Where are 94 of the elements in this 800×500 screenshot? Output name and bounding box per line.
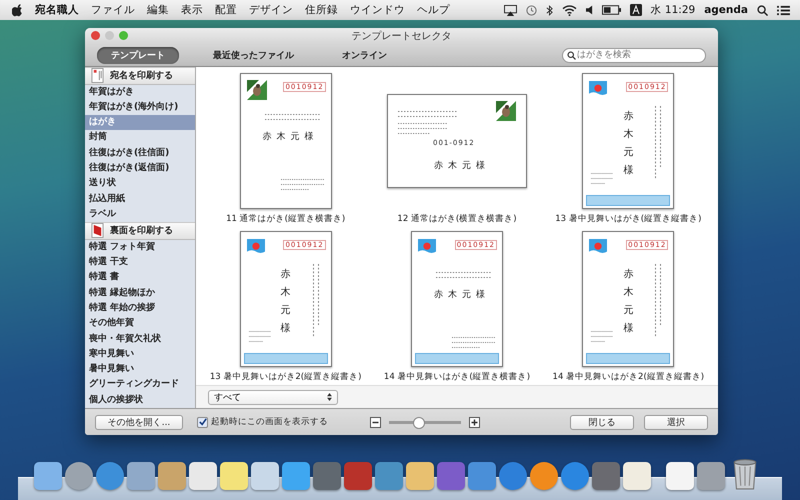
sidebar-item[interactable]: グリーティングカード [85, 377, 195, 393]
sidebar-item[interactable]: 払込用紙 [85, 192, 195, 207]
sun-picture [418, 238, 436, 258]
sidebar-item[interactable]: 封筒 [85, 130, 195, 146]
recipient-name: 赤木元様 [280, 268, 291, 336]
search-icon [567, 50, 576, 60]
recipient-name: 赤木元様 [623, 268, 634, 336]
menu-item[interactable]: ヘルプ [417, 3, 450, 17]
airplay-icon[interactable] [504, 4, 517, 16]
sun-picture [589, 238, 608, 258]
checkbox-label: 起動時にこの画面を表示する [211, 416, 328, 428]
clock-icon[interactable] [526, 4, 537, 16]
menu-item[interactable]: 表示 [181, 3, 203, 17]
app-menu[interactable]: 宛名職人 [35, 3, 79, 17]
minus-icon[interactable] [370, 416, 381, 428]
recipient-name: 赤木元様 [434, 288, 490, 301]
search-field[interactable]: はがきを検索 [562, 48, 706, 62]
template-caption: 12 通常はがき(横置き横書き) [397, 213, 517, 225]
plus-icon[interactable] [469, 416, 480, 428]
sidebar-item[interactable]: 特選 年始の挨拶 [85, 300, 195, 316]
sidebar-item[interactable]: 年賀はがき(海外向け) [85, 100, 195, 116]
sidebar-header-label: 宛名を印刷する [110, 69, 173, 82]
sender-lines-drawing [280, 179, 325, 190]
wifi-icon[interactable] [562, 4, 577, 16]
menu-item[interactable]: 住所録 [305, 3, 338, 17]
sidebar-item[interactable]: 寒中見舞い [85, 346, 195, 362]
sidebar-item[interactable]: 個人の挨拶状 [85, 392, 195, 408]
search-icon[interactable] [757, 4, 768, 16]
window-title: テンプレートセレクタ [352, 30, 452, 43]
template-caption: 13 暑中見舞いはがき(縦置き縦書き) [555, 213, 702, 225]
speaker-icon[interactable] [586, 5, 593, 15]
tab[interactable]: 最近使ったファイル [199, 46, 308, 64]
recipient-name: 赤木元様 [434, 160, 490, 172]
zoom-button[interactable] [119, 31, 128, 40]
menu-item[interactable]: ウインドウ [350, 3, 405, 17]
sidebar-header-label: 裏面を印刷する [110, 224, 173, 238]
list-icon[interactable] [777, 4, 790, 16]
app-icon[interactable] [530, 462, 558, 490]
sidebar-item[interactable]: 年賀はがき [85, 84, 195, 100]
sender-lines-drawing [591, 173, 614, 184]
menu-item[interactable]: 編集 [147, 3, 169, 17]
app-icon[interactable] [96, 462, 124, 490]
app-icon[interactable] [561, 462, 589, 490]
template-caption: 14 暑中見舞いはがき(縦置き横書き) [384, 371, 530, 383]
sun-picture [589, 80, 608, 100]
menu-clock[interactable]: 水 11:29 [650, 3, 696, 17]
updown-icon [327, 393, 332, 401]
sidebar-item[interactable]: 往復はがき(往信面) [85, 146, 195, 162]
sidebar-item[interactable]: 特選 干支 [85, 255, 195, 270]
sidebar-item[interactable]: 特選 書 [85, 270, 195, 286]
battery-icon[interactable] [602, 5, 621, 15]
checkbox[interactable] [197, 416, 208, 428]
recipient-name: 赤木元様 [262, 130, 319, 143]
app-icon[interactable] [65, 462, 93, 490]
dialog-button[interactable]: 選択 [644, 414, 708, 430]
sidebar-item[interactable]: 特選 縁起物ほか [85, 286, 195, 301]
sun-picture [246, 238, 265, 258]
slider-thumb[interactable] [412, 416, 425, 428]
sender-lines-drawing [398, 123, 448, 134]
address-lines-drawing [264, 114, 321, 120]
sender-lines-drawing [452, 337, 496, 348]
address-lines-drawing [398, 111, 458, 117]
sidebar-item[interactable]: ラベル [85, 206, 195, 222]
dialog-button[interactable]: 閉じる [570, 414, 634, 430]
app-icon[interactable] [499, 462, 527, 490]
bluetooth-icon[interactable] [546, 4, 553, 16]
template-caption: 11 通常はがき(縦置き横書き) [226, 213, 346, 225]
sidebar-item[interactable]: 特選 フォト年賀 [85, 240, 195, 256]
sidebar-item[interactable]: 暑中見舞い [85, 362, 195, 378]
sidebar-item[interactable]: 送り状 [85, 176, 195, 192]
filter-dropdown[interactable]: すべて [208, 390, 338, 404]
menu-item[interactable]: 配置 [215, 3, 237, 17]
tab[interactable]: テンプレート [97, 46, 179, 64]
sidebar-item[interactable]: 往復はがき(返信面) [85, 161, 195, 176]
template-caption: 13 暑中見舞いはがき2(縦置き縦書き) [210, 371, 362, 383]
open-other-button[interactable]: その他を開く... [95, 414, 183, 430]
sender-lines-drawing [591, 331, 614, 342]
address-lines-drawing [436, 272, 492, 278]
card-icon [91, 223, 104, 238]
recipient-name: 赤木元様 [623, 110, 634, 178]
sidebar-item[interactable]: その他年賀 [85, 316, 195, 332]
trash-icon[interactable] [732, 458, 758, 490]
tab[interactable]: オンライン [328, 46, 401, 64]
menu-item[interactable]: デザイン [249, 3, 293, 17]
sender-lines-drawing [248, 331, 271, 342]
sidebar-item[interactable]: 喪中・年賀欠礼状 [85, 332, 195, 347]
bird-picture [246, 80, 267, 100]
input-source-icon[interactable] [630, 4, 642, 16]
close-button[interactable] [91, 31, 100, 40]
menu-item[interactable]: ファイル [91, 3, 135, 17]
apple-icon[interactable] [12, 4, 23, 16]
user-name[interactable]: agenda [704, 4, 748, 16]
template-caption: 14 暑中見舞いはがき2(縦置き縦書き) [552, 371, 704, 383]
bird-picture [496, 101, 516, 121]
